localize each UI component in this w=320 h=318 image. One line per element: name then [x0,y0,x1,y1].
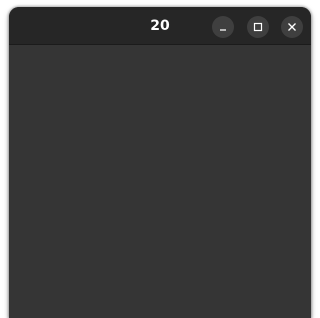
maximize-button[interactable] [247,16,269,38]
close-button[interactable] [281,16,303,38]
title-bar[interactable]: 20 [9,7,311,45]
app-window: 20 [9,7,311,318]
minimize-button[interactable] [212,16,234,38]
maximize-icon [253,22,263,32]
window-content [9,45,311,318]
close-icon [287,22,297,32]
minimize-icon [218,22,228,32]
